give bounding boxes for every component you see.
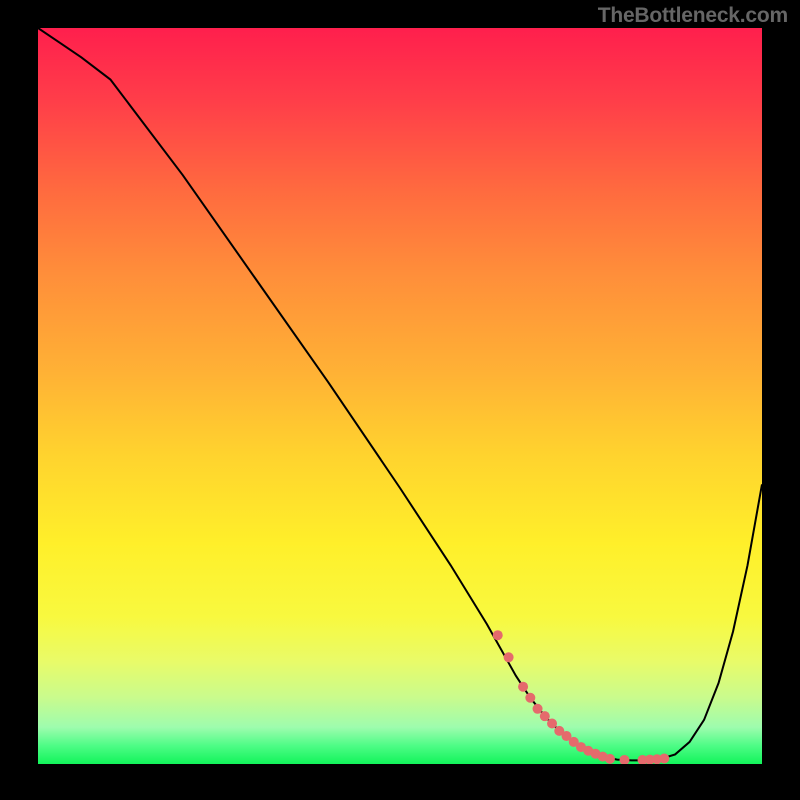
bottleneck-curve (38, 28, 762, 760)
marker-point (547, 719, 557, 729)
attribution-text: TheBottleneck.com (598, 4, 788, 28)
plot-area (38, 28, 762, 764)
marker-point (659, 753, 669, 763)
marker-group (493, 630, 670, 764)
marker-point (533, 704, 543, 714)
marker-point (525, 693, 535, 703)
marker-point (493, 630, 503, 640)
marker-point (619, 755, 629, 764)
marker-point (518, 682, 528, 692)
chart-svg (38, 28, 762, 764)
marker-point (540, 711, 550, 721)
chart-container: TheBottleneck.com (0, 0, 800, 800)
marker-point (605, 754, 615, 764)
marker-point (504, 652, 514, 662)
